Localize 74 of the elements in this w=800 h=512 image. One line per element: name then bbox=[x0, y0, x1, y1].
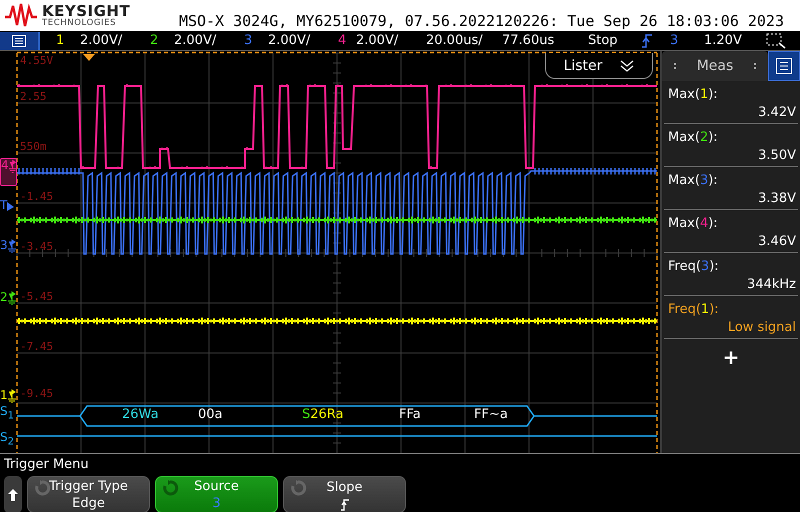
decoded-packet: 26Wa bbox=[122, 407, 159, 422]
softkey-button[interactable]: Trigger Type Edge bbox=[27, 476, 150, 512]
channel-scale[interactable]: 2.00V/ bbox=[80, 33, 150, 48]
scale-label: -1.45 bbox=[20, 191, 54, 202]
back-button[interactable] bbox=[4, 476, 22, 512]
measurement-value: 3.42V bbox=[758, 105, 796, 120]
channel-marker[interactable]: 1 bbox=[0, 389, 16, 405]
lister-button[interactable]: Lister bbox=[545, 53, 653, 79]
scale-label: -7.45 bbox=[20, 341, 54, 352]
ground-icon bbox=[8, 239, 16, 253]
rising-edge-icon bbox=[340, 498, 348, 510]
brand-subtitle: TECHNOLOGIES bbox=[42, 18, 118, 28]
measurement-value: 344kHz bbox=[747, 277, 796, 292]
measurement-value: Low signal bbox=[728, 320, 796, 335]
trigger-source[interactable]: 3 bbox=[670, 33, 704, 48]
add-measurement-button[interactable]: + bbox=[722, 345, 740, 369]
measurement-label: Max(2): bbox=[668, 130, 719, 145]
ground-icon bbox=[8, 389, 16, 403]
softkey-button[interactable]: Slope bbox=[283, 476, 406, 512]
scale-label: 550m bbox=[20, 141, 46, 152]
run-state[interactable]: Stop bbox=[588, 33, 642, 48]
menu-icon bbox=[12, 34, 26, 46]
measurement-label: Max(3): bbox=[668, 173, 719, 188]
measurement-label: Freq(1): bbox=[668, 302, 720, 317]
measurement-value: 3.46V bbox=[758, 234, 796, 249]
channel-scale[interactable]: 2.00V/ bbox=[174, 33, 244, 48]
channel-marker[interactable]: 3 bbox=[0, 239, 16, 255]
channel-marker[interactable]: 2 bbox=[0, 291, 16, 307]
trigger-position-icon bbox=[83, 54, 95, 61]
rising-edge-icon bbox=[642, 34, 652, 48]
instrument-info: MSO-X 3024G, MY62510079, 07.56.2022120226: Tue Sep 26 18:03:06 2023 bbox=[178, 10, 785, 30]
menu-button[interactable] bbox=[768, 51, 800, 81]
channel-scale[interactable]: 2.00V/ bbox=[356, 33, 426, 48]
rotate-icon bbox=[33, 480, 51, 496]
softkey-button[interactable]: Source 3 bbox=[155, 476, 278, 512]
ground-icon bbox=[8, 291, 16, 305]
zoom-icon[interactable] bbox=[766, 32, 786, 48]
triangle-icon bbox=[7, 199, 16, 211]
rotate-icon bbox=[161, 480, 179, 496]
menu-button[interactable] bbox=[0, 32, 40, 50]
chevron-down-icon bbox=[620, 60, 634, 72]
trigger-level[interactable]: 1.20V bbox=[704, 33, 766, 48]
arrow-up-icon bbox=[8, 488, 18, 500]
channel-number[interactable]: 2 bbox=[150, 33, 174, 48]
channel-number[interactable]: 4 bbox=[338, 33, 356, 48]
channel-number[interactable]: 3 bbox=[244, 33, 268, 48]
delay[interactable]: 77.60us bbox=[502, 33, 588, 48]
measurement-value: 3.38V bbox=[758, 191, 796, 206]
decoded-packet: FFa bbox=[399, 407, 421, 422]
scale-label: 2.55 bbox=[20, 91, 46, 102]
timebase[interactable]: 20.00us/ bbox=[426, 33, 502, 48]
menu-title: Trigger Menu bbox=[3, 456, 89, 474]
decoded-packet: 00a bbox=[198, 407, 223, 422]
scale-label: 4.55V bbox=[20, 55, 54, 66]
rotate-icon bbox=[289, 480, 307, 496]
ground-icon bbox=[8, 159, 16, 173]
bus-marker[interactable]: S$_{1}$ bbox=[0, 405, 16, 421]
meas-tab[interactable]: Meas bbox=[662, 51, 768, 81]
brand-name: KEYSIGHT bbox=[42, 4, 130, 19]
measurement-label: Max(4): bbox=[668, 216, 719, 231]
scale-label: -9.45 bbox=[20, 388, 54, 399]
decoded-packet: FF~a bbox=[474, 407, 508, 422]
channel-number[interactable]: 1 bbox=[56, 33, 80, 48]
scale-label: -3.45 bbox=[20, 241, 54, 252]
measurement-label: Freq(3): bbox=[668, 259, 720, 274]
menu-icon bbox=[776, 58, 792, 74]
measurement-label: Max(1): bbox=[668, 87, 719, 102]
channel-marker[interactable]: 4 bbox=[0, 158, 17, 186]
channel-scale[interactable]: 2.00V/ bbox=[268, 33, 338, 48]
decoded-packet: S26Ra bbox=[302, 407, 344, 422]
scale-label: -5.45 bbox=[20, 291, 54, 302]
measurement-value: 3.50V bbox=[758, 148, 796, 163]
bus-marker[interactable]: S$_{2}$ bbox=[0, 431, 16, 447]
logo-icon bbox=[4, 2, 38, 28]
